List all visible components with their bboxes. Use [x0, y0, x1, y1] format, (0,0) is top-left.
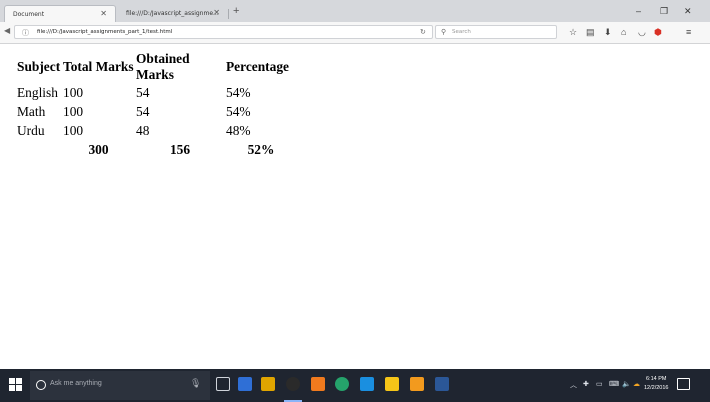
search-input[interactable]: ⚲ Search [435, 25, 557, 39]
file-explorer-icon[interactable] [238, 377, 252, 391]
cell-obtained: 48 [136, 122, 150, 138]
volume-icon[interactable]: 🔈 [622, 380, 631, 388]
cell-percentage: 54% [226, 103, 251, 119]
home-icon[interactable]: ⌂ [621, 27, 626, 37]
header-obtained-marks: Obtained Marks [136, 51, 190, 82]
header-subject: Subject [17, 59, 61, 74]
minimize-button[interactable]: – [636, 6, 641, 16]
cell-obtained: 54 [136, 84, 150, 100]
tab-document[interactable]: Document ✕ [4, 5, 116, 22]
adblock-icon[interactable]: ⬢ [654, 27, 662, 38]
cell-total-label [17, 140, 61, 159]
cell-subject: Math [17, 103, 46, 119]
table-row: Math 100 54 54% [17, 102, 296, 121]
reading-list-icon[interactable]: ▤ [586, 27, 595, 38]
image-editor-icon[interactable] [435, 377, 449, 391]
navigation-toolbar: ◀ ⓘ file:///D:/Javascript_assignments_pa… [0, 22, 710, 44]
photos-icon[interactable] [311, 377, 325, 391]
microphone-icon[interactable]: 🎙 [190, 378, 201, 389]
store-icon[interactable] [261, 377, 275, 391]
skype-icon[interactable] [335, 377, 349, 391]
cortana-icon [36, 380, 46, 390]
header-percentage: Percentage [226, 59, 289, 74]
system-clock[interactable]: 6:14 PM 12/2/2016 [644, 375, 668, 393]
cell-percentage: 54% [226, 84, 251, 100]
menu-icon[interactable]: ≡ [686, 27, 691, 37]
cell-percentage: 48% [226, 122, 251, 138]
windows-start-icon[interactable] [9, 378, 23, 392]
maximize-button[interactable]: ❐ [660, 6, 668, 17]
cell-obtained-sum: 156 [169, 141, 191, 157]
network-icon[interactable]: ✚ [583, 380, 589, 388]
keyboard-icon[interactable]: ⌨ [609, 380, 619, 388]
word-icon[interactable] [410, 377, 424, 391]
cell-subject: Urdu [17, 122, 45, 138]
close-tab-icon[interactable]: ✕ [213, 8, 220, 17]
tab-divider [228, 9, 229, 19]
plus-icon[interactable]: + [233, 5, 239, 17]
battery-icon[interactable]: ▭ [596, 380, 603, 388]
table-row: English 100 54 54% [17, 83, 296, 102]
url-text: file:///D:/Javascript_assignments_part_1… [37, 29, 173, 35]
download-icon[interactable]: ⬇ [604, 27, 612, 38]
cell-obtained: 54 [136, 103, 150, 119]
info-icon[interactable]: ⓘ [22, 28, 29, 38]
table-header-row: Subject Total Marks Obtained Marks Perce… [17, 51, 296, 83]
close-tab-icon[interactable]: ✕ [100, 9, 107, 18]
cortana-search-input[interactable]: Ask me anything 🎙 [30, 371, 210, 400]
cell-subject: English [17, 84, 58, 100]
package-icon[interactable] [385, 377, 399, 391]
cell-percentage-total: 52% [247, 141, 275, 157]
search-icon: ⚲ [441, 29, 447, 36]
marks-table: Subject Total Marks Obtained Marks Perce… [15, 51, 298, 159]
task-view-icon[interactable] [216, 377, 230, 391]
action-center-icon[interactable] [677, 378, 690, 390]
cell-total: 100 [63, 103, 84, 119]
clock-time: 6:14 PM [645, 376, 667, 382]
firefox-icon[interactable] [286, 377, 300, 391]
clock-date: 12/2/2016 [644, 385, 669, 391]
table-row: Urdu 100 48 48% [17, 121, 296, 140]
close-window-button[interactable]: ✕ [684, 6, 692, 17]
chevron-up-icon[interactable]: ︿ [570, 380, 577, 390]
header-total-marks: Total Marks [63, 59, 134, 74]
cortana-placeholder: Ask me anything [50, 380, 102, 387]
onedrive-icon[interactable]: ☁ [633, 380, 640, 388]
tab-file[interactable]: file:///D:/Javascript_assignme... ✕ [118, 5, 228, 22]
search-placeholder: Search [452, 29, 471, 35]
reload-icon[interactable]: ↻ [420, 28, 426, 36]
cell-total-sum: 300 [88, 141, 109, 157]
cell-total: 100 [63, 84, 84, 100]
totals-row: 300 156 52% [17, 140, 296, 159]
page-content: Subject Total Marks Obtained Marks Perce… [0, 44, 710, 369]
cell-total: 100 [63, 122, 84, 138]
bookmark-star-icon[interactable]: ☆ [569, 27, 577, 38]
pocket-icon[interactable]: ◡ [638, 27, 646, 38]
back-arrow-icon[interactable]: ◀ [4, 26, 10, 35]
tab-title: Document [13, 11, 45, 18]
taskbar: Ask me anything 🎙 ︿ ✚ ▭ ⌨ 🔈 ☁ 6:14 PM 12… [0, 369, 710, 402]
tab-strip: Document ✕ file:///D:/Javascript_assignm… [0, 0, 710, 22]
sticky-notes-icon[interactable] [360, 377, 374, 391]
tab-title: file:///D:/Javascript_assignme... [126, 10, 219, 17]
url-bar[interactable]: ⓘ file:///D:/Javascript_assignments_part… [14, 25, 433, 39]
